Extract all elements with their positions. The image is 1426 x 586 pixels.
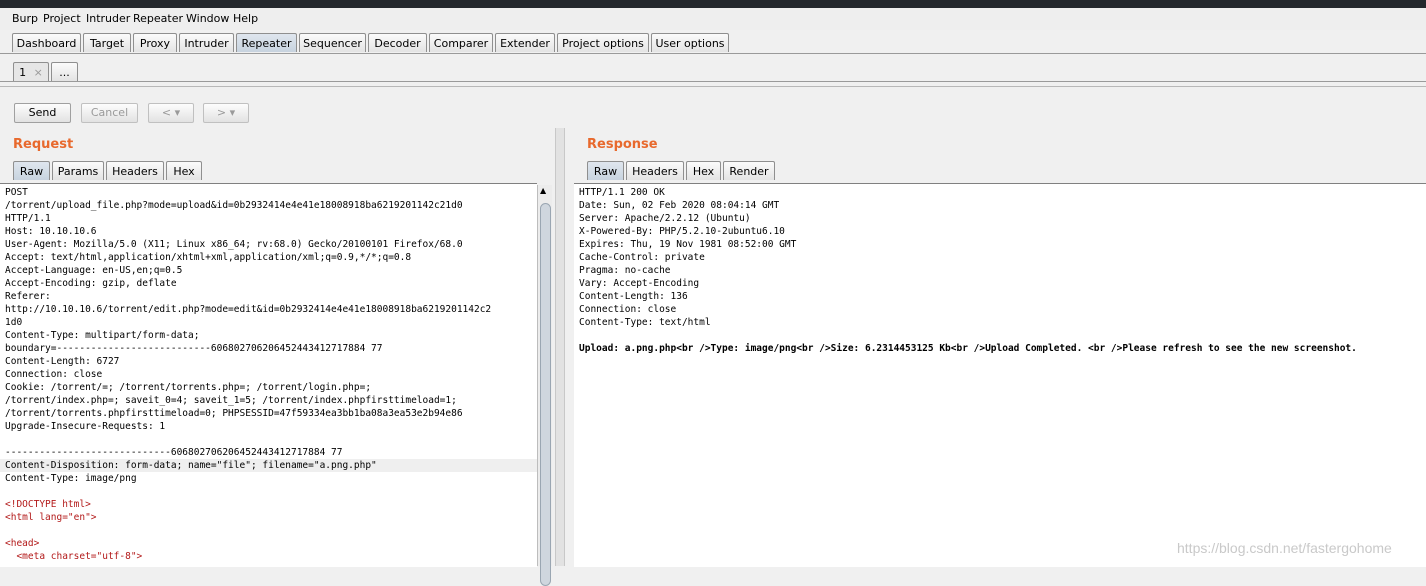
forward-button[interactable]: > ▾ <box>203 103 249 123</box>
tab-decoder[interactable]: Decoder <box>368 33 427 52</box>
pane-splitter[interactable] <box>555 128 565 566</box>
response-tab-hex[interactable]: Hex <box>686 161 721 180</box>
cancel-button[interactable]: Cancel <box>81 103 138 123</box>
request-line: boundary=---------------------------6068… <box>5 343 383 354</box>
tab-comparer[interactable]: Comparer <box>429 33 493 52</box>
request-tab-params[interactable]: Params <box>52 161 104 180</box>
response-line: HTTP/1.1 200 OK <box>579 187 665 198</box>
request-tab-raw[interactable]: Raw <box>13 161 50 180</box>
request-line: Content-Disposition: form-data; name="fi… <box>0 459 537 472</box>
request-line: http://10.10.10.6/torrent/edit.php?mode=… <box>5 304 492 315</box>
request-line: -----------------------------60680270620… <box>5 447 343 458</box>
response-line: Content-Length: 136 <box>579 291 688 302</box>
request-line: Cookie: /torrent/=; /torrent/torrents.ph… <box>5 382 372 393</box>
response-line: Expires: Thu, 19 Nov 1981 08:52:00 GMT <box>579 239 797 250</box>
tab-user-options[interactable]: User options <box>651 33 729 52</box>
response-line: X-Powered-By: PHP/5.2.10-2ubuntu6.10 <box>579 226 785 237</box>
scrollbar-thumb[interactable] <box>540 203 551 586</box>
response-line: Pragma: no-cache <box>579 265 671 276</box>
request-line: Referer: <box>5 291 51 302</box>
watermark: https://blog.csdn.net/fastergohome <box>1177 540 1392 556</box>
request-scrollbar[interactable]: ▲ <box>537 185 552 586</box>
menu-project[interactable]: Project <box>43 12 81 25</box>
divider <box>0 86 1426 87</box>
menu-burp[interactable]: Burp <box>12 12 38 25</box>
tab-proxy[interactable]: Proxy <box>133 33 177 52</box>
tab-extender[interactable]: Extender <box>495 33 555 52</box>
request-line: /torrent/index.php=; saveit_0=4; saveit_… <box>5 395 457 406</box>
request-line: User-Agent: Mozilla/5.0 (X11; Linux x86_… <box>5 239 463 250</box>
response-viewer[interactable]: HTTP/1.1 200 OK Date: Sun, 02 Feb 2020 08… <box>574 183 1426 567</box>
response-line: Content-Type: text/html <box>579 317 711 328</box>
request-line: 1d0 <box>5 317 23 328</box>
request-line: Content-Type: image/png <box>5 473 137 484</box>
tab-target[interactable]: Target <box>83 33 131 52</box>
response-line: Server: Apache/2.2.12 (Ubuntu) <box>579 213 751 224</box>
request-line: Accept-Encoding: gzip, deflate <box>5 278 177 289</box>
menu-repeater[interactable]: Repeater <box>133 12 183 25</box>
request-line: Accept: text/html,application/xhtml+xml,… <box>5 252 412 263</box>
request-line: Connection: close <box>5 369 103 380</box>
request-line: <meta charset="utf-8"> <box>5 551 143 562</box>
tab-repeater[interactable]: Repeater <box>236 33 297 52</box>
response-line: Connection: close <box>579 304 677 315</box>
menu-intruder[interactable]: Intruder <box>86 12 130 25</box>
request-tab-hex[interactable]: Hex <box>166 161 202 180</box>
request-editor[interactable]: POST/torrent/upload_file.php?mode=upload… <box>0 183 537 567</box>
request-line: HTTP/1.1 <box>5 213 51 224</box>
response-line: Date: Sun, 02 Feb 2020 08:04:14 GMT <box>579 200 780 211</box>
request-title: Request <box>13 137 74 152</box>
request-line: Content-Type: multipart/form-data; <box>5 330 200 341</box>
request-line: POST <box>5 187 28 198</box>
window-titlebar <box>0 0 1426 8</box>
repeater-tab-new[interactable]: ... <box>51 62 78 81</box>
response-line: Upload: a.png.php<br />Type: image/png<b… <box>579 343 1357 354</box>
tab-sequencer[interactable]: Sequencer <box>299 33 366 52</box>
response-tab-render[interactable]: Render <box>723 161 775 180</box>
scroll-up-icon[interactable]: ▲ <box>540 186 546 195</box>
close-icon[interactable]: × <box>34 66 43 79</box>
response-tab-headers[interactable]: Headers <box>626 161 684 180</box>
request-tab-headers[interactable]: Headers <box>106 161 164 180</box>
repeater-tab-label: 1 <box>19 66 27 79</box>
tab-intruder[interactable]: Intruder <box>179 33 234 52</box>
request-line: /torrent/torrents.phpfirsttimeload=0; PH… <box>5 408 463 419</box>
menu-bar: Burp Project Intruder Repeater Window He… <box>0 8 1426 30</box>
request-line: <head> <box>5 538 40 549</box>
response-line: Vary: Accept-Encoding <box>579 278 700 289</box>
menu-help[interactable]: Help <box>233 12 258 25</box>
response-tab-raw[interactable]: Raw <box>587 161 624 180</box>
divider <box>0 53 1426 54</box>
response-line: Cache-Control: private <box>579 252 705 263</box>
repeater-tab-1[interactable]: 1 × <box>13 62 49 81</box>
request-line: Host: 10.10.10.6 <box>5 226 97 237</box>
request-line: Content-Length: 6727 <box>5 356 120 367</box>
back-button[interactable]: < ▾ <box>148 103 194 123</box>
request-line: /torrent/upload_file.php?mode=upload&id=… <box>5 200 463 211</box>
tab-project-options[interactable]: Project options <box>557 33 649 52</box>
request-line: <html lang="en"> <box>5 512 97 523</box>
send-button[interactable]: Send <box>14 103 71 123</box>
request-line: <!DOCTYPE html> <box>5 499 91 510</box>
request-line: Accept-Language: en-US,en;q=0.5 <box>5 265 183 276</box>
divider <box>0 81 1426 82</box>
request-line: Upgrade-Insecure-Requests: 1 <box>5 421 166 432</box>
menu-window[interactable]: Window <box>186 12 229 25</box>
tab-dashboard[interactable]: Dashboard <box>12 33 81 52</box>
response-title: Response <box>587 137 658 152</box>
